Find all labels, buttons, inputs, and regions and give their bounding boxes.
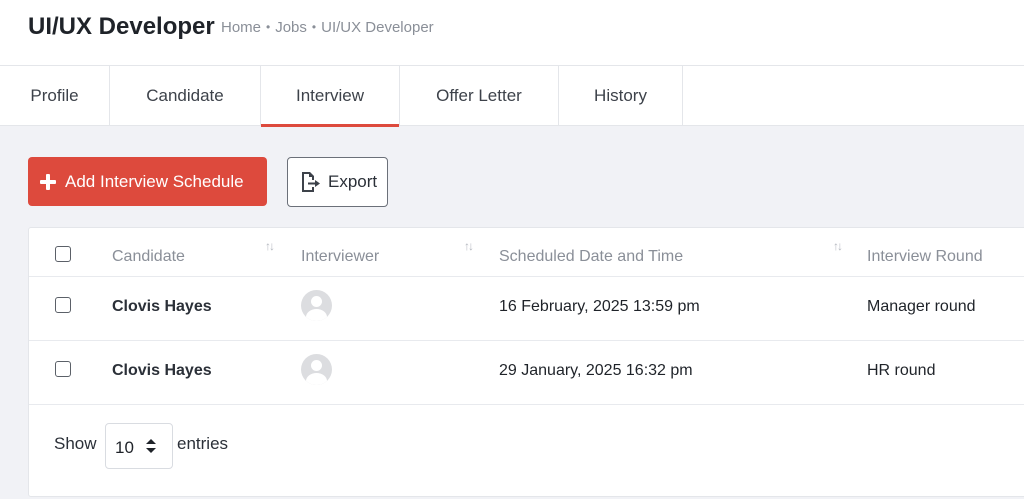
breadcrumb: Home • Jobs • UI/UX Developer — [221, 18, 434, 37]
add-interview-schedule-button[interactable]: Add Interview Schedule — [28, 157, 267, 206]
breadcrumb-current: UI/UX Developer — [321, 19, 434, 36]
scheduled-datetime: 16 February, 2025 13:59 pm — [499, 298, 700, 315]
row-checkbox[interactable] — [55, 297, 71, 313]
sort-interviewer-icon[interactable]: ↑↓ — [464, 239, 474, 253]
page-size-select[interactable]: 10 — [105, 423, 173, 469]
breadcrumb-separator: • — [266, 20, 271, 34]
scheduled-datetime: 29 January, 2025 16:32 pm — [499, 362, 693, 379]
page-title: UI/UX Developer — [28, 13, 215, 40]
row-checkbox[interactable] — [55, 361, 71, 377]
tab-label: Candidate — [146, 86, 224, 105]
tab-interview[interactable]: Interview — [261, 66, 400, 127]
sort-candidate-icon[interactable]: ↑↓ — [265, 239, 275, 253]
table-row[interactable]: Clovis Hayes 16 February, 2025 13:59 pm … — [29, 277, 1024, 341]
show-label: Show — [54, 434, 97, 453]
column-header-interviewer[interactable]: Interviewer — [301, 228, 379, 277]
tab-bar: Profile Candidate Interview Offer Letter… — [0, 66, 1024, 127]
export-label: Export — [328, 172, 378, 191]
interviewer-avatar-icon — [301, 354, 332, 385]
tab-label: Profile — [30, 86, 79, 105]
export-button[interactable]: Export — [287, 157, 388, 207]
tab-history[interactable]: History — [559, 66, 683, 126]
tab-offer-letter[interactable]: Offer Letter — [400, 66, 559, 126]
entries-label: entries — [177, 434, 229, 453]
add-interview-schedule-label: Add Interview Schedule — [65, 171, 244, 191]
plus-icon — [40, 173, 56, 190]
interviewer-avatar-icon — [301, 290, 332, 321]
breadcrumb-jobs[interactable]: Jobs — [275, 19, 307, 37]
tab-label: Interview — [295, 86, 365, 105]
file-export-icon — [302, 172, 320, 192]
column-header-scheduled[interactable]: Scheduled Date and Time — [499, 228, 683, 277]
breadcrumb-separator: • — [311, 20, 317, 34]
tab-candidate[interactable]: Candidate — [110, 66, 261, 126]
table-row[interactable]: Clovis Hayes 29 January, 2025 16:32 pm H… — [29, 341, 1024, 405]
sort-scheduled-icon[interactable]: ↑↓ — [833, 239, 843, 253]
tab-label: History — [594, 86, 647, 105]
interview-round: HR round — [867, 362, 936, 379]
table-footer: Show 10 entries — [29, 405, 1024, 498]
interview-round: Manager round — [867, 298, 976, 315]
breadcrumb-home[interactable]: Home — [221, 19, 261, 37]
tab-label: Offer Letter — [436, 86, 522, 105]
column-header-candidate[interactable]: Candidate — [112, 228, 185, 277]
page-header: UI/UX Developer Home • Jobs • UI/UX Develope… — [0, 0, 1024, 66]
select-caret-icon — [146, 439, 156, 453]
table-header-row: Candidate ↑↓ Interviewer ↑↓ Scheduled Da… — [29, 228, 1024, 277]
interview-table-card: Candidate ↑↓ Interviewer ↑↓ Scheduled Da… — [28, 227, 1024, 497]
tab-profile[interactable]: Profile — [0, 66, 110, 126]
column-header-round[interactable]: Interview Round — [867, 228, 983, 277]
select-all-checkbox[interactable] — [55, 246, 71, 262]
candidate-name[interactable]: Clovis Hayes — [112, 298, 212, 316]
page-size-value: 10 — [115, 438, 134, 457]
candidate-name[interactable]: Clovis Hayes — [112, 362, 212, 380]
